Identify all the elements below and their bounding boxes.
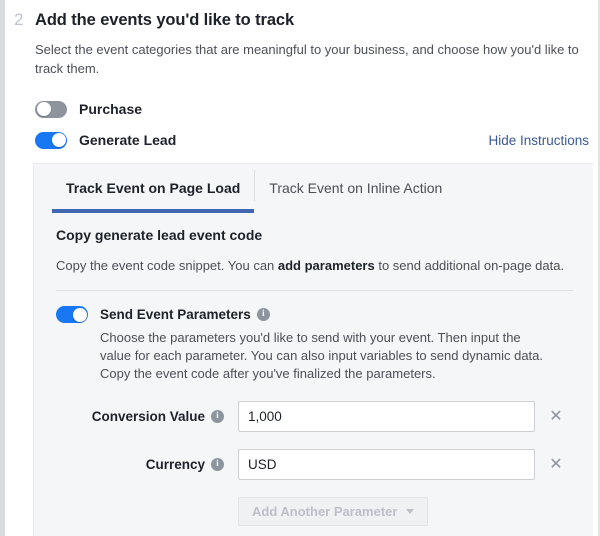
- tab-label: Track Event on Inline Action: [269, 179, 443, 196]
- panel-body: Copy generate lead event code Copy the e…: [34, 227, 593, 526]
- panel-description: Copy the event code snippet. You can add…: [56, 257, 573, 275]
- remove-conversion-value-button[interactable]: ✕: [547, 408, 565, 426]
- panel-description-prefix: Copy the event code snippet. You can: [56, 258, 278, 273]
- send-event-parameters-description: Choose the parameters you'd like to send…: [100, 330, 544, 381]
- event-label-generate-lead: Generate Lead: [79, 132, 177, 148]
- section-divider: [56, 290, 573, 291]
- toggle-generate-lead[interactable]: [35, 131, 67, 149]
- toggle-knob: [36, 102, 51, 116]
- parameter-row-currency: Currency i ✕: [56, 449, 573, 480]
- hide-instructions-link[interactable]: Hide Instructions: [488, 133, 598, 148]
- tab-track-event-on-inline-action[interactable]: Track Event on Inline Action: [255, 164, 456, 211]
- info-icon[interactable]: i: [256, 308, 270, 321]
- event-setup-screen: 2 Add the events you'd like to track Sel…: [0, 0, 600, 536]
- parameter-fields: Conversion Value i ✕ Currency i ✕: [56, 401, 573, 526]
- toggle-purchase[interactable]: [35, 100, 67, 118]
- toggle-knob: [51, 133, 66, 147]
- parameter-row-conversion-value: Conversion Value i ✕: [56, 401, 573, 432]
- send-event-parameters-block: Send Event Parameters i Choose the param…: [56, 306, 573, 383]
- panel-description-suffix: to send additional on-page data.: [374, 258, 565, 273]
- conversion-value-label: Conversion Value: [91, 409, 205, 424]
- tab-track-event-on-page-load[interactable]: Track Event on Page Load: [52, 164, 255, 213]
- add-another-parameter-button[interactable]: Add Another Parameter: [238, 497, 429, 526]
- remove-currency-button[interactable]: ✕: [547, 456, 565, 474]
- chevron-down-icon: [406, 509, 415, 514]
- step-header: 2 Add the events you'd like to track: [5, 0, 598, 31]
- send-event-parameters-content: Send Event Parameters i Choose the param…: [100, 306, 554, 383]
- tab-bar: Track Event on Page Load Track Event on …: [34, 164, 593, 213]
- event-row-purchase: Purchase: [35, 96, 598, 122]
- instructions-panel: Track Event on Page Load Track Event on …: [33, 163, 593, 536]
- toggle-send-event-parameters[interactable]: [56, 306, 88, 323]
- send-event-parameters-label: Send Event Parameters: [100, 307, 251, 322]
- info-icon[interactable]: i: [211, 458, 224, 471]
- add-another-parameter-label: Add Another Parameter: [252, 504, 398, 519]
- event-label-purchase: Purchase: [79, 101, 143, 117]
- currency-label-wrap: Currency i: [56, 457, 224, 472]
- page-title: Add the events you'd like to track: [35, 11, 295, 29]
- step-description: Select the event categories that are mea…: [35, 42, 579, 76]
- currency-label: Currency: [145, 457, 205, 472]
- add-parameter-wrap: Add Another Parameter: [238, 497, 573, 526]
- add-parameters-emphasis: add parameters: [277, 258, 375, 273]
- currency-input[interactable]: [238, 449, 535, 480]
- info-icon[interactable]: i: [211, 410, 224, 423]
- tab-label: Track Event on Page Load: [66, 179, 241, 196]
- send-event-parameters-title-row: Send Event Parameters i: [100, 306, 554, 323]
- panel-heading: Copy generate lead event code: [56, 227, 263, 243]
- conversion-value-label-wrap: Conversion Value i: [56, 409, 224, 424]
- toggle-knob: [72, 307, 87, 322]
- step-number: 2: [14, 10, 24, 29]
- event-row-generate-lead: Generate Lead Hide Instructions: [35, 127, 598, 153]
- conversion-value-input[interactable]: [238, 401, 535, 432]
